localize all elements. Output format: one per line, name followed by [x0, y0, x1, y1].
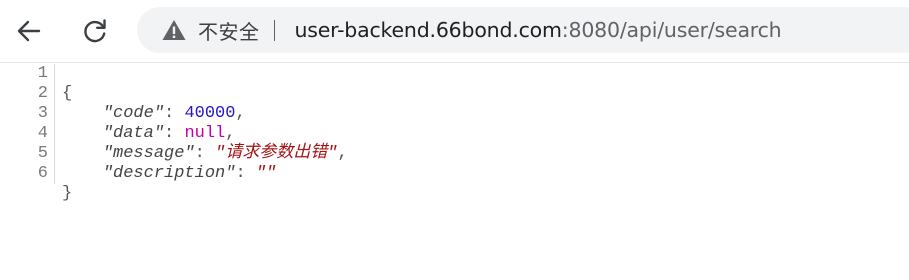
- json-key: "data": [102, 124, 165, 143]
- json-null-value: null: [184, 124, 226, 143]
- back-button[interactable]: [9, 11, 49, 51]
- json-comma: ,: [337, 144, 348, 163]
- json-comma: ,: [225, 124, 236, 143]
- line-number: 3: [37, 104, 48, 123]
- json-code: { "code": 40000, "data": null, "message"…: [62, 64, 348, 244]
- code-line: "data": null,: [62, 124, 348, 144]
- json-comma: ,: [235, 104, 246, 123]
- code-line: "code": 40000,: [62, 104, 348, 124]
- separator: [273, 19, 275, 41]
- reload-icon: [84, 19, 106, 43]
- line-number: 2: [37, 84, 48, 103]
- code-line: {: [62, 84, 348, 104]
- json-key: "code": [102, 104, 165, 123]
- json-colon: :: [194, 144, 216, 163]
- json-colon: :: [235, 164, 256, 183]
- json-string-value: "": [255, 164, 277, 183]
- arrow-left-icon: [17, 20, 41, 42]
- security-label: 不安全: [198, 19, 260, 44]
- url-host: user-backend.66bond.com: [294, 18, 562, 42]
- code-line: }: [62, 184, 348, 204]
- json-number-value: 40000: [184, 104, 236, 123]
- line-number: 1: [37, 64, 48, 83]
- line-number-gutter: 1 2 3 4 5 6: [0, 64, 55, 184]
- json-key: "message": [102, 144, 195, 163]
- warning-triangle-icon: [162, 20, 186, 40]
- line-number: 4: [37, 124, 48, 143]
- json-key: "description": [102, 164, 236, 183]
- line-number: 6: [37, 164, 48, 183]
- browser-toolbar: 不安全 user-backend.66bond.com:8080/api/use…: [0, 0, 909, 62]
- page-content: 1 2 3 4 5 6 { "code": 40000, "data": nul…: [0, 62, 909, 280]
- url-path: :8080/api/user/search: [561, 18, 782, 42]
- json-string-value: "请求参数出错": [215, 144, 338, 163]
- close-brace: }: [62, 184, 73, 203]
- reload-button[interactable]: [75, 11, 115, 51]
- line-number: 5: [37, 144, 48, 163]
- security-indicator[interactable]: 不安全: [162, 12, 260, 48]
- url-text[interactable]: user-backend.66bond.com:8080/api/user/se…: [295, 18, 782, 42]
- address-bar[interactable]: 不安全 user-backend.66bond.com:8080/api/use…: [137, 7, 909, 53]
- code-line: "message": "请求参数出错",: [62, 144, 348, 164]
- json-colon: :: [164, 124, 185, 143]
- json-colon: :: [164, 104, 185, 123]
- open-brace: {: [62, 84, 73, 103]
- code-line: "description": "": [62, 164, 348, 184]
